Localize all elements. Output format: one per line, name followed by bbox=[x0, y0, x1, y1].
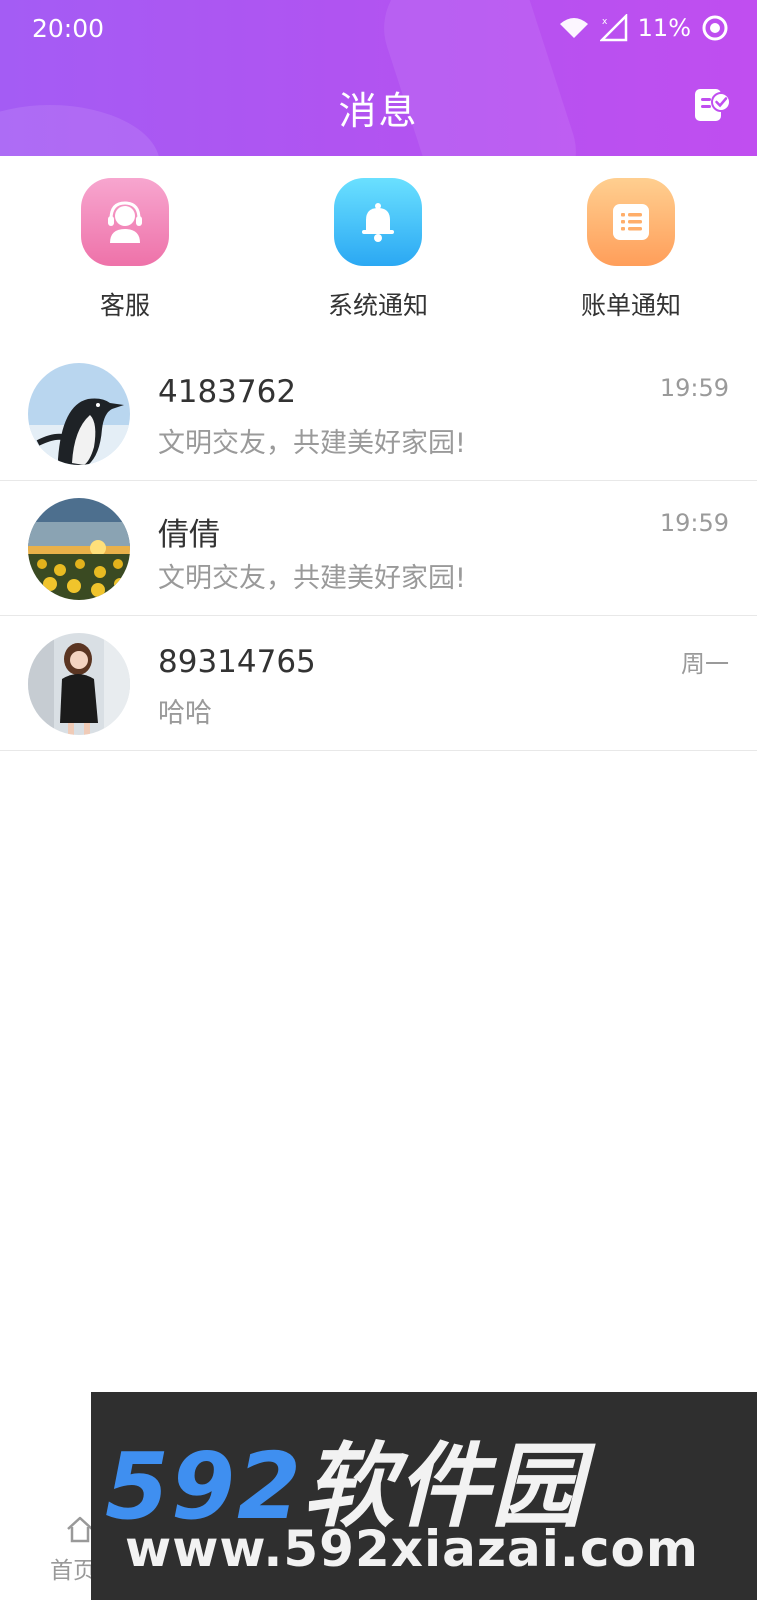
quick-action-label: 客服 bbox=[99, 291, 150, 320]
customer-service-button[interactable]: 客服 bbox=[25, 178, 225, 322]
conversation-time: 19:59 bbox=[659, 509, 729, 537]
conversation-preview: 文明交友，共建美好家园! bbox=[158, 563, 466, 594]
quick-actions: 客服 系统通知 账单通知 bbox=[0, 156, 757, 346]
svg-text:x: x bbox=[602, 17, 608, 27]
mark-read-icon bbox=[695, 89, 731, 121]
read-all-button[interactable] bbox=[693, 86, 731, 124]
watermark-url: www.592xiazai.com bbox=[125, 1520, 699, 1578]
quick-action-label: 系统通知 bbox=[327, 291, 428, 320]
wifi-icon bbox=[559, 18, 588, 38]
conversation-name: 89314765 bbox=[158, 644, 316, 680]
watermark-banner: 592软件园 www.592xiazai.com bbox=[91, 1392, 757, 1600]
conversation-item[interactable]: 89314765 哈哈 周一 bbox=[0, 616, 757, 751]
bell-icon bbox=[334, 178, 422, 266]
conversation-name: 4183762 bbox=[158, 374, 297, 410]
bill-notice-button[interactable]: 账单通知 bbox=[531, 178, 731, 322]
status-icons: x 11% bbox=[558, 12, 729, 44]
status-time: 20:00 bbox=[32, 14, 105, 43]
woman-avatar bbox=[28, 633, 130, 735]
conversation-time: 周一 bbox=[681, 650, 729, 678]
customer-service-icon bbox=[81, 178, 169, 266]
conversation-item[interactable]: 4183762 文明交友，共建美好家园! 19:59 bbox=[0, 346, 757, 481]
signal-icon: x bbox=[599, 14, 627, 42]
conversation-preview: 哈哈 bbox=[158, 698, 212, 729]
page-title: 消息 bbox=[338, 89, 419, 133]
conversation-time: 19:59 bbox=[659, 374, 729, 402]
battery-ring-icon bbox=[702, 15, 728, 41]
system-notice-button[interactable]: 系统通知 bbox=[278, 178, 478, 322]
penguin-avatar bbox=[28, 363, 130, 465]
sunflower-avatar bbox=[28, 498, 130, 600]
battery-level: 11% bbox=[637, 14, 691, 42]
app-header: 20:00 x 11% 消息 bbox=[0, 0, 757, 156]
bill-icon bbox=[587, 178, 675, 266]
conversation-list: 4183762 文明交友，共建美好家园! 19:59 倩倩 文明交友，共建美好家… bbox=[0, 346, 757, 751]
conversation-preview: 文明交友，共建美好家园! bbox=[158, 428, 466, 459]
conversation-name: 倩倩 bbox=[158, 517, 220, 553]
conversation-item[interactable]: 倩倩 文明交友，共建美好家园! 19:59 bbox=[0, 481, 757, 616]
quick-action-label: 账单通知 bbox=[580, 291, 681, 320]
